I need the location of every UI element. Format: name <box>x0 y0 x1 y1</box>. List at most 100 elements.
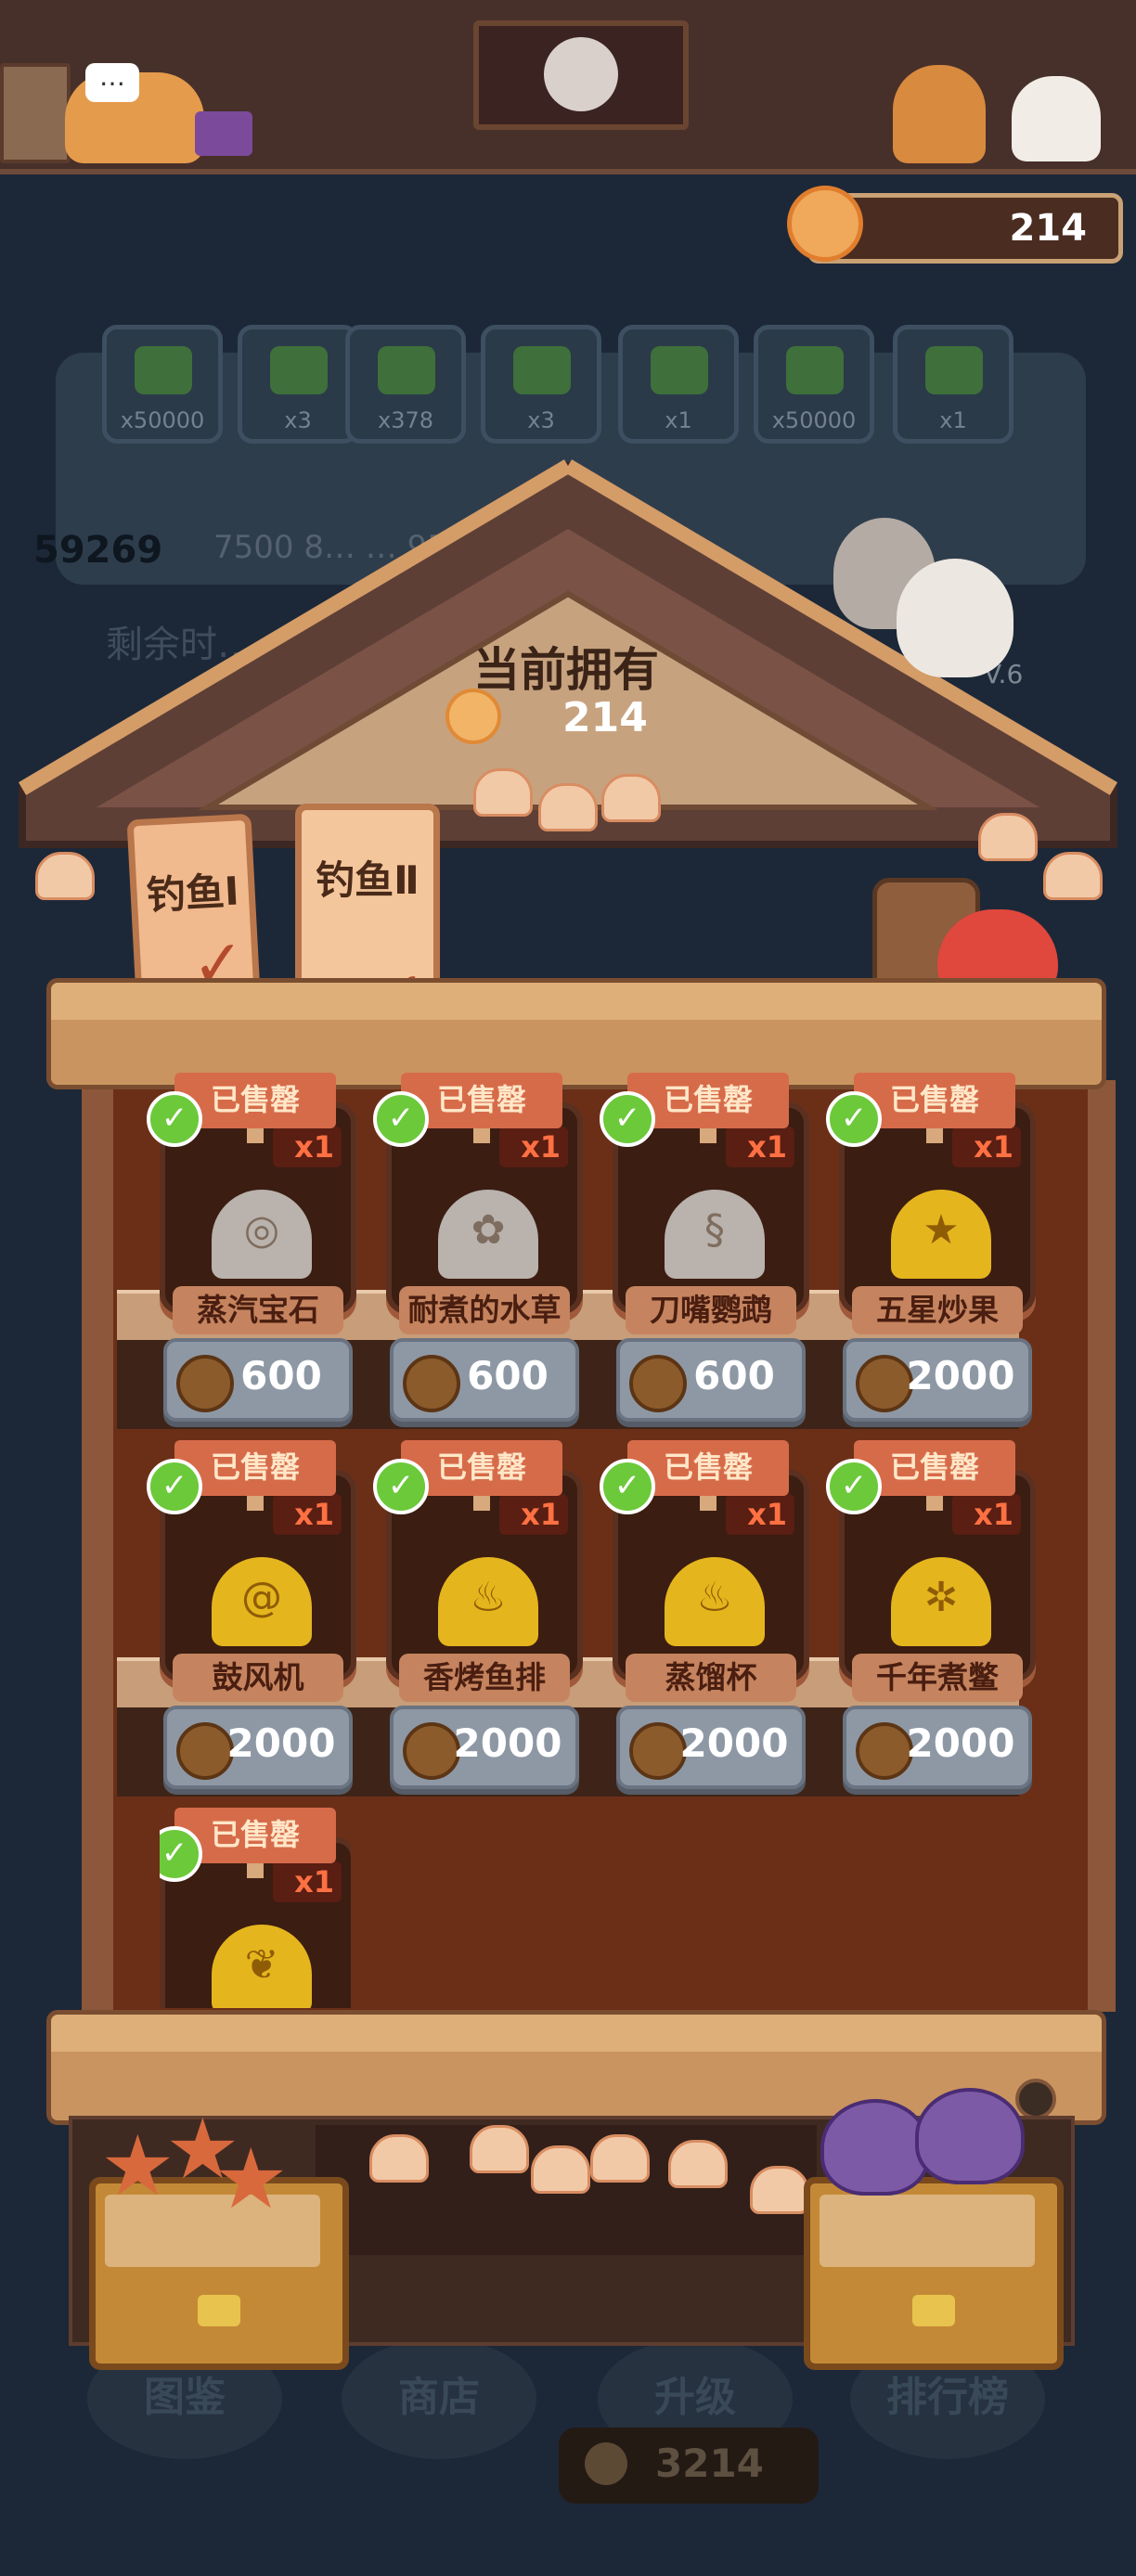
item-stone-icon: ★ <box>891 1190 991 1279</box>
check-icon <box>378 346 435 394</box>
check-circle-icon: ✓ <box>600 1091 655 1147</box>
roof-title: 当前拥有 <box>473 643 659 697</box>
item-symbol-icon: ❦ <box>244 1941 279 1989</box>
lock-icon <box>198 2295 240 2326</box>
raccoon-portrait-icon <box>544 37 618 111</box>
item-quantity: x1 <box>499 1127 568 1167</box>
check-circle-icon: ✓ <box>147 1459 202 1514</box>
item-stone-icon: ❦ <box>212 1925 312 2008</box>
shop-item[interactable]: x1 ✿ 耐煮的水草 已售罄 ✓ <box>373 1073 583 1334</box>
background-card-count: x1 <box>939 407 967 433</box>
shell-icon <box>668 2140 728 2188</box>
background-card: x1 <box>618 325 739 444</box>
check-circle-icon: ✓ <box>147 1091 202 1147</box>
check-icon <box>270 346 328 394</box>
item-symbol-icon: ✿ <box>471 1206 506 1254</box>
shell-icon <box>470 2125 529 2173</box>
price-button[interactable]: 600 <box>616 1338 806 1422</box>
price-value: 600 <box>467 1353 549 1398</box>
background-card-count: x50000 <box>771 407 857 433</box>
item-name: 鼓风机 <box>173 1654 343 1702</box>
shop-item[interactable]: x1 ♨ 香烤鱼排 已售罄 ✓ <box>373 1440 583 1702</box>
item-quantity: x1 <box>726 1127 794 1167</box>
price-button[interactable]: 600 <box>390 1338 579 1422</box>
shell-icon <box>978 813 1038 861</box>
price-value: 600 <box>693 1353 775 1398</box>
bottom-coin-value: 3214 <box>655 2441 764 2486</box>
speech-bubble: … <box>85 63 139 102</box>
item-name: 千年煮鳖 <box>852 1654 1023 1702</box>
shell-icon <box>590 2134 650 2183</box>
item-symbol-icon: ◎ <box>243 1206 280 1254</box>
check-icon <box>513 346 571 394</box>
roof-coin-value: 214 <box>562 694 648 741</box>
white-cat-character <box>1012 76 1101 161</box>
item-quantity: x1 <box>273 1127 342 1167</box>
shell-icon <box>1043 852 1103 900</box>
item-symbol-icon: ★ <box>923 1206 960 1254</box>
check-circle-icon: ✓ <box>373 1091 429 1147</box>
item-quantity: x1 <box>499 1494 568 1535</box>
background-card-count: x50000 <box>120 407 205 433</box>
background-card: x50000 <box>754 325 874 444</box>
paw-frame-icon <box>0 63 71 163</box>
background-card: x3 <box>238 325 358 444</box>
check-circle-icon: ✓ <box>826 1459 882 1514</box>
item-name: 香烤鱼排 <box>399 1654 570 1702</box>
item-symbol-icon: § <box>704 1206 725 1254</box>
price-button[interactable]: 2000 <box>843 1338 1032 1422</box>
price-button[interactable]: 2000 <box>163 1706 353 1789</box>
kid-character <box>893 65 986 163</box>
check-circle-icon: ✓ <box>373 1459 429 1514</box>
fish-coin-icon <box>787 186 863 262</box>
item-name: 蒸汽宝石 <box>173 1286 343 1334</box>
check-circle-icon: ✓ <box>600 1459 655 1514</box>
background-card: x378 <box>345 325 466 444</box>
fish-icon <box>820 2099 930 2196</box>
shell-icon <box>538 783 598 831</box>
price-value: 600 <box>240 1353 322 1398</box>
background-card: x3 <box>481 325 601 444</box>
price-value: 2000 <box>679 1720 789 1766</box>
fish-chest[interactable] <box>804 2177 1064 2370</box>
shop-item[interactable]: x1 ✲ 千年煮鳖 已售罄 ✓ <box>826 1440 1036 1702</box>
check-icon <box>925 346 983 394</box>
shop-item[interactable]: x1 ◎ 蒸汽宝石 已售罄 ✓ <box>147 1073 356 1334</box>
check-icon <box>135 346 192 394</box>
shop-item[interactable]: x1 ★ 五星炒果 已售罄 ✓ <box>826 1073 1036 1334</box>
bottom-coin-icon <box>585 2442 627 2485</box>
shop-item[interactable]: x1 ♨ 蒸馏杯 已售罄 ✓ <box>600 1440 809 1702</box>
book-icon <box>195 111 252 156</box>
price-button[interactable]: 600 <box>163 1338 353 1422</box>
shop-item[interactable]: x1 § 刀嘴鹦鹉 已售罄 ✓ <box>600 1073 809 1334</box>
item-symbol-icon: @ <box>241 1574 282 1621</box>
price-value: 2000 <box>906 1720 1015 1766</box>
item-symbol-icon: ♨ <box>696 1574 733 1621</box>
item-quantity: x1 <box>273 1861 342 1902</box>
shop-item[interactable]: x1❦恐怖利刃已售罄✓ <box>160 1808 351 2008</box>
item-stone-icon: ✿ <box>438 1190 538 1279</box>
shell-icon <box>750 2166 809 2214</box>
check-icon <box>651 346 708 394</box>
item-symbol-icon: ✲ <box>923 1574 959 1621</box>
check-icon <box>786 346 844 394</box>
fishing-1-label: 钓鱼Ⅰ <box>145 868 240 919</box>
starfish-icon: ★ <box>100 2118 175 2215</box>
item-stone-icon: ✲ <box>891 1557 991 1646</box>
item-quantity: x1 <box>952 1494 1021 1535</box>
shelf-knob <box>1015 2079 1056 2119</box>
nav-shop[interactable]: 商店 <box>342 2338 536 2459</box>
top-banner <box>473 20 689 130</box>
item-name: 蒸馏杯 <box>626 1654 796 1702</box>
item-stone-icon: ♨ <box>665 1557 765 1646</box>
item-stone-icon: ♨ <box>438 1557 538 1646</box>
item-stone-icon: ◎ <box>212 1190 312 1279</box>
price-button[interactable]: 2000 <box>843 1706 1032 1789</box>
fish-icon <box>915 2088 1025 2184</box>
shop-item[interactable]: x1 @ 鼓风机 已售罄 ✓ <box>147 1440 356 1702</box>
check-circle-icon: ✓ <box>826 1091 882 1147</box>
price-button[interactable]: 2000 <box>390 1706 579 1789</box>
item-stone-icon: @ <box>212 1557 312 1646</box>
price-button[interactable]: 2000 <box>616 1706 806 1789</box>
price-value: 2000 <box>226 1720 336 1766</box>
